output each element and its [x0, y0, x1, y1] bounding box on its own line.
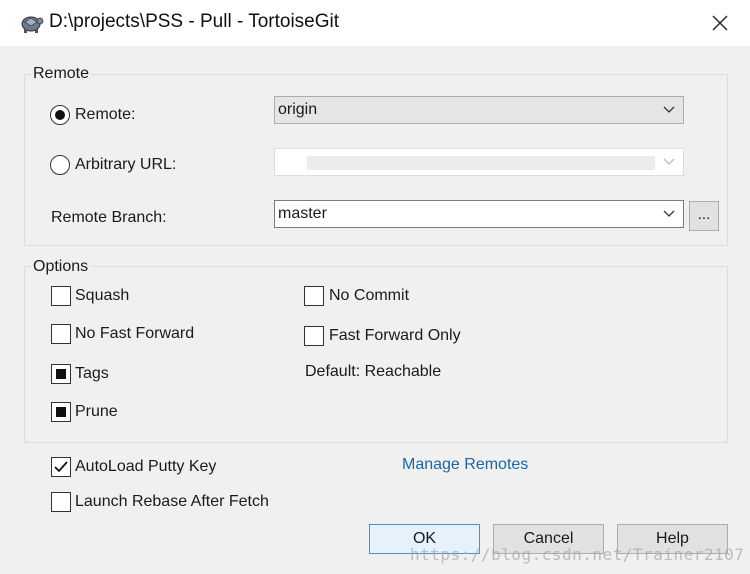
squash-checkbox[interactable] — [51, 286, 71, 306]
no-commit-label[interactable]: No Commit — [329, 287, 409, 305]
arbitrary-url-radio[interactable] — [50, 155, 70, 175]
launch-rebase-label[interactable]: Launch Rebase After Fetch — [75, 493, 269, 511]
default-reachable-text: Default: Reachable — [305, 363, 442, 380]
fast-forward-only-label[interactable]: Fast Forward Only — [329, 327, 461, 345]
remote-branch-label: Remote Branch: — [51, 209, 167, 226]
no-commit-checkbox[interactable] — [304, 286, 324, 306]
remote-select[interactable]: origin — [274, 96, 684, 124]
prune-checkbox[interactable] — [51, 402, 71, 422]
launch-rebase-checkbox[interactable] — [51, 492, 71, 512]
watermark: https://blog.csdn.net/Trainer2107 — [410, 545, 745, 564]
autoload-putty-key-checkbox[interactable] — [51, 457, 71, 477]
tags-checkbox[interactable] — [51, 364, 71, 384]
checkmark-icon — [54, 461, 68, 473]
close-icon — [712, 15, 728, 31]
squash-label[interactable]: Squash — [75, 287, 129, 305]
indeterminate-mark — [56, 369, 66, 379]
remote-select-value: origin — [278, 101, 318, 118]
remote-radio-label[interactable]: Remote: — [75, 106, 135, 124]
indeterminate-mark — [56, 407, 66, 417]
remote-group-label: Remote — [31, 65, 92, 83]
no-fast-forward-checkbox[interactable] — [51, 324, 71, 344]
browse-branch-button[interactable]: ... — [689, 201, 719, 231]
no-fast-forward-label[interactable]: No Fast Forward — [75, 325, 194, 343]
arbitrary-url-select[interactable] — [274, 148, 684, 176]
manage-remotes-link[interactable]: Manage Remotes — [402, 456, 528, 474]
autoload-putty-key-label[interactable]: AutoLoad Putty Key — [75, 458, 216, 476]
arbitrary-url-label[interactable]: Arbitrary URL: — [75, 156, 176, 174]
close-button[interactable] — [700, 4, 740, 42]
title-bar: D:\projects\PSS - Pull - TortoiseGit — [0, 0, 750, 46]
tortoise-icon — [18, 11, 44, 35]
remote-branch-select[interactable]: master — [274, 200, 684, 228]
chevron-down-icon — [663, 158, 675, 165]
radio-selected-dot — [55, 110, 65, 120]
prune-label[interactable]: Prune — [75, 403, 118, 421]
remote-radio[interactable] — [50, 105, 70, 125]
obscured-url-text — [307, 156, 655, 170]
window-title: D:\projects\PSS - Pull - TortoiseGit — [49, 11, 340, 32]
chevron-down-icon — [663, 106, 675, 113]
tags-label[interactable]: Tags — [75, 365, 109, 383]
chevron-down-icon — [663, 210, 675, 217]
fast-forward-only-checkbox[interactable] — [304, 326, 324, 346]
remote-branch-value: master — [278, 205, 327, 222]
options-group-label: Options — [31, 258, 91, 276]
